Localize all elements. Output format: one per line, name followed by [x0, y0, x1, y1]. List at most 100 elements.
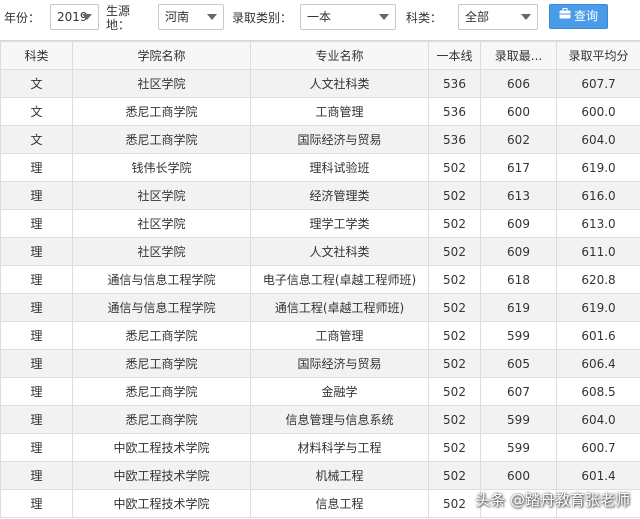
table-row[interactable]: 文社区学院人文社科类536606607.7	[1, 70, 640, 98]
year-label: 年份：	[4, 11, 40, 25]
cell-tier-line: 502	[429, 350, 481, 378]
cell-subject: 理	[1, 294, 73, 322]
table-row[interactable]: 理社区学院经济管理类502613616.0	[1, 182, 640, 210]
cell-college: 社区学院	[73, 182, 251, 210]
chevron-down-icon	[521, 14, 531, 20]
cell-tier-line: 502	[429, 266, 481, 294]
table-row[interactable]: 理通信与信息工程学院通信工程(卓越工程师班)502619619.0	[1, 294, 640, 322]
origin-value: 河南	[165, 10, 189, 24]
cell-college: 钱伟长学院	[73, 154, 251, 182]
table-row[interactable]: 理中欧工程技术学院机械工程502600601.4	[1, 462, 640, 490]
cell-major: 通信工程(卓越工程师班)	[251, 294, 429, 322]
cell-college: 悉尼工商学院	[73, 406, 251, 434]
table-row[interactable]: 理悉尼工商学院金融学502607608.5	[1, 378, 640, 406]
cell-avg-score: 620.8	[557, 266, 640, 294]
cell-subject: 理	[1, 350, 73, 378]
cell-avg-score: 611.0	[557, 238, 640, 266]
cell-major: 信息管理与信息系统	[251, 406, 429, 434]
cell-min-score: 605	[481, 350, 557, 378]
category-select[interactable]: 一本	[300, 4, 396, 30]
cell-major: 信息工程	[251, 490, 429, 518]
cell-avg-score: 619.0	[557, 294, 640, 322]
origin-label: 生源地：	[106, 4, 130, 32]
cell-major: 人文社科类	[251, 238, 429, 266]
column-header-subject[interactable]: 科类	[1, 42, 73, 70]
year-select[interactable]: 2019	[50, 4, 99, 30]
cell-subject: 理	[1, 462, 73, 490]
cell-min-score: 619	[481, 294, 557, 322]
subject-select[interactable]: 全部	[458, 4, 538, 30]
cell-subject: 理	[1, 266, 73, 294]
cell-major: 理科试验班	[251, 154, 429, 182]
cell-major: 机械工程	[251, 462, 429, 490]
cell-min-score: 599	[481, 434, 557, 462]
column-header-tier-line[interactable]: 一本线	[429, 42, 481, 70]
cell-college: 悉尼工商学院	[73, 322, 251, 350]
table-row[interactable]: 理社区学院理学工学类502609613.0	[1, 210, 640, 238]
cell-tier-line: 502	[429, 462, 481, 490]
cell-college: 中欧工程技术学院	[73, 490, 251, 518]
cell-tier-line: 536	[429, 98, 481, 126]
column-header-avg-score[interactable]: 录取平均分	[557, 42, 640, 70]
cell-tier-line: 536	[429, 126, 481, 154]
cell-subject: 理	[1, 238, 73, 266]
cell-college: 悉尼工商学院	[73, 98, 251, 126]
table-row[interactable]: 文悉尼工商学院国际经济与贸易536602604.0	[1, 126, 640, 154]
cell-avg-score: 619.0	[557, 154, 640, 182]
cell-major: 经济管理类	[251, 182, 429, 210]
cell-min-score: 618	[481, 266, 557, 294]
cell-tier-line: 502	[429, 238, 481, 266]
category-value: 一本	[307, 10, 331, 24]
subject-value: 全部	[465, 10, 489, 24]
cell-min-score: 600	[481, 98, 557, 126]
origin-select[interactable]: 河南	[158, 4, 224, 30]
cell-major: 国际经济与贸易	[251, 350, 429, 378]
cell-tier-line: 502	[429, 434, 481, 462]
cell-min-score: 599	[481, 406, 557, 434]
table-row[interactable]: 理通信与信息工程学院电子信息工程(卓越工程师班)502618620.8	[1, 266, 640, 294]
cell-min-score: 613	[481, 182, 557, 210]
table-row[interactable]: 理悉尼工商学院国际经济与贸易502605606.4	[1, 350, 640, 378]
cell-college: 通信与信息工程学院	[73, 294, 251, 322]
column-header-major[interactable]: 专业名称	[251, 42, 429, 70]
table-row[interactable]: 理悉尼工商学院信息管理与信息系统502599604.0	[1, 406, 640, 434]
table-row[interactable]: 理中欧工程技术学院材料科学与工程502599600.7	[1, 434, 640, 462]
query-button[interactable]: 查询	[549, 4, 608, 29]
cell-college: 悉尼工商学院	[73, 378, 251, 406]
cell-avg-score: 604.0	[557, 406, 640, 434]
cell-college: 中欧工程技术学院	[73, 462, 251, 490]
cell-tier-line: 502	[429, 322, 481, 350]
cell-min-score: 600	[481, 462, 557, 490]
chevron-down-icon	[82, 14, 92, 20]
cell-college: 悉尼工商学院	[73, 126, 251, 154]
cell-tier-line: 502	[429, 490, 481, 518]
cell-major: 理学工学类	[251, 210, 429, 238]
table-row[interactable]: 理钱伟长学院理科试验班502617619.0	[1, 154, 640, 182]
cell-subject: 理	[1, 154, 73, 182]
cell-subject: 文	[1, 126, 73, 154]
table-row[interactable]: 理社区学院人文社科类502609611.0	[1, 238, 640, 266]
cell-avg-score: 601.6	[557, 322, 640, 350]
table-row[interactable]: 理悉尼工商学院工商管理502599601.6	[1, 322, 640, 350]
cell-college: 中欧工程技术学院	[73, 434, 251, 462]
cell-avg-score: 604.0	[557, 126, 640, 154]
table-row[interactable]: 文悉尼工商学院工商管理536600600.0	[1, 98, 640, 126]
cell-tier-line: 502	[429, 154, 481, 182]
cell-min-score: 609	[481, 210, 557, 238]
cell-college: 社区学院	[73, 238, 251, 266]
cell-college: 悉尼工商学院	[73, 350, 251, 378]
cell-subject: 理	[1, 490, 73, 518]
cell-avg-score: 607.7	[557, 70, 640, 98]
cell-tier-line: 502	[429, 378, 481, 406]
cell-subject: 理	[1, 434, 73, 462]
cell-college: 通信与信息工程学院	[73, 266, 251, 294]
watermark: 头条 @踏舟教育张老师	[475, 489, 630, 510]
cell-avg-score: 613.0	[557, 210, 640, 238]
column-header-min-score[interactable]: 录取最...	[481, 42, 557, 70]
cell-min-score: 602	[481, 126, 557, 154]
column-header-college[interactable]: 学院名称	[73, 42, 251, 70]
chevron-down-icon	[379, 14, 389, 20]
cell-subject: 理	[1, 182, 73, 210]
cell-min-score: 599	[481, 322, 557, 350]
cell-avg-score: 616.0	[557, 182, 640, 210]
